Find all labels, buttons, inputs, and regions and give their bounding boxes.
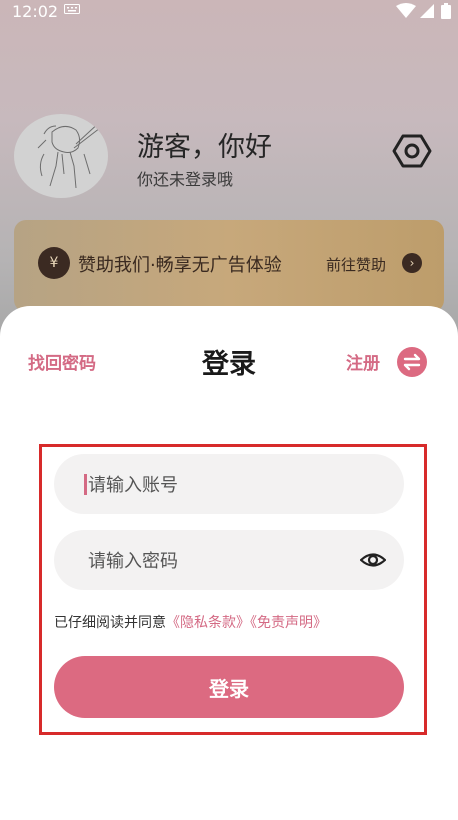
account-field[interactable] [54, 454, 404, 516]
settings-icon[interactable] [392, 131, 432, 171]
login-title: 登录 [202, 349, 256, 380]
agreement-text: 已仔细阅读并同意《隐私条款》《免责声明》 [54, 612, 327, 632]
privacy-policy-link[interactable]: 《隐私条款》 [166, 615, 250, 631]
avatar-sketch-icon [37, 119, 103, 189]
battery-icon [441, 3, 451, 19]
eye-icon[interactable] [360, 548, 386, 572]
status-bar: 12:02 [0, 0, 458, 24]
agreement-prefix: 已仔细阅读并同意 [54, 615, 166, 631]
password-input[interactable] [86, 530, 350, 592]
status-time: 12:02 [12, 2, 59, 21]
yen-icon: ¥ [38, 247, 70, 279]
avatar[interactable] [14, 114, 108, 198]
chevron-right-icon[interactable]: › [402, 253, 422, 273]
register-link[interactable]: 注册 [346, 349, 380, 374]
signal-icon [420, 4, 434, 18]
sponsor-link[interactable]: 前往赞助 [326, 254, 386, 275]
greeting-subtitle: 你还未登录哦 [137, 170, 234, 189]
disclaimer-link[interactable]: 《免责声明》 [250, 615, 327, 631]
login-sheet: 找回密码 登录 注册 已仔细阅读并同意《隐私条款》《免责声明》 登录 [0, 306, 458, 820]
keyboard-icon [64, 4, 80, 14]
password-field[interactable] [54, 530, 404, 592]
login-button[interactable]: 登录 [54, 656, 404, 718]
greeting-title: 游客，你好 [137, 132, 272, 163]
switch-icon[interactable] [397, 347, 427, 377]
wifi-icon [396, 3, 416, 18]
sponsor-banner[interactable]: ¥ 赞助我们·畅享无广告体验 前往赞助 › [14, 220, 444, 312]
account-input[interactable] [86, 454, 350, 516]
sponsor-text: 赞助我们·畅享无广告体验 [78, 255, 282, 276]
